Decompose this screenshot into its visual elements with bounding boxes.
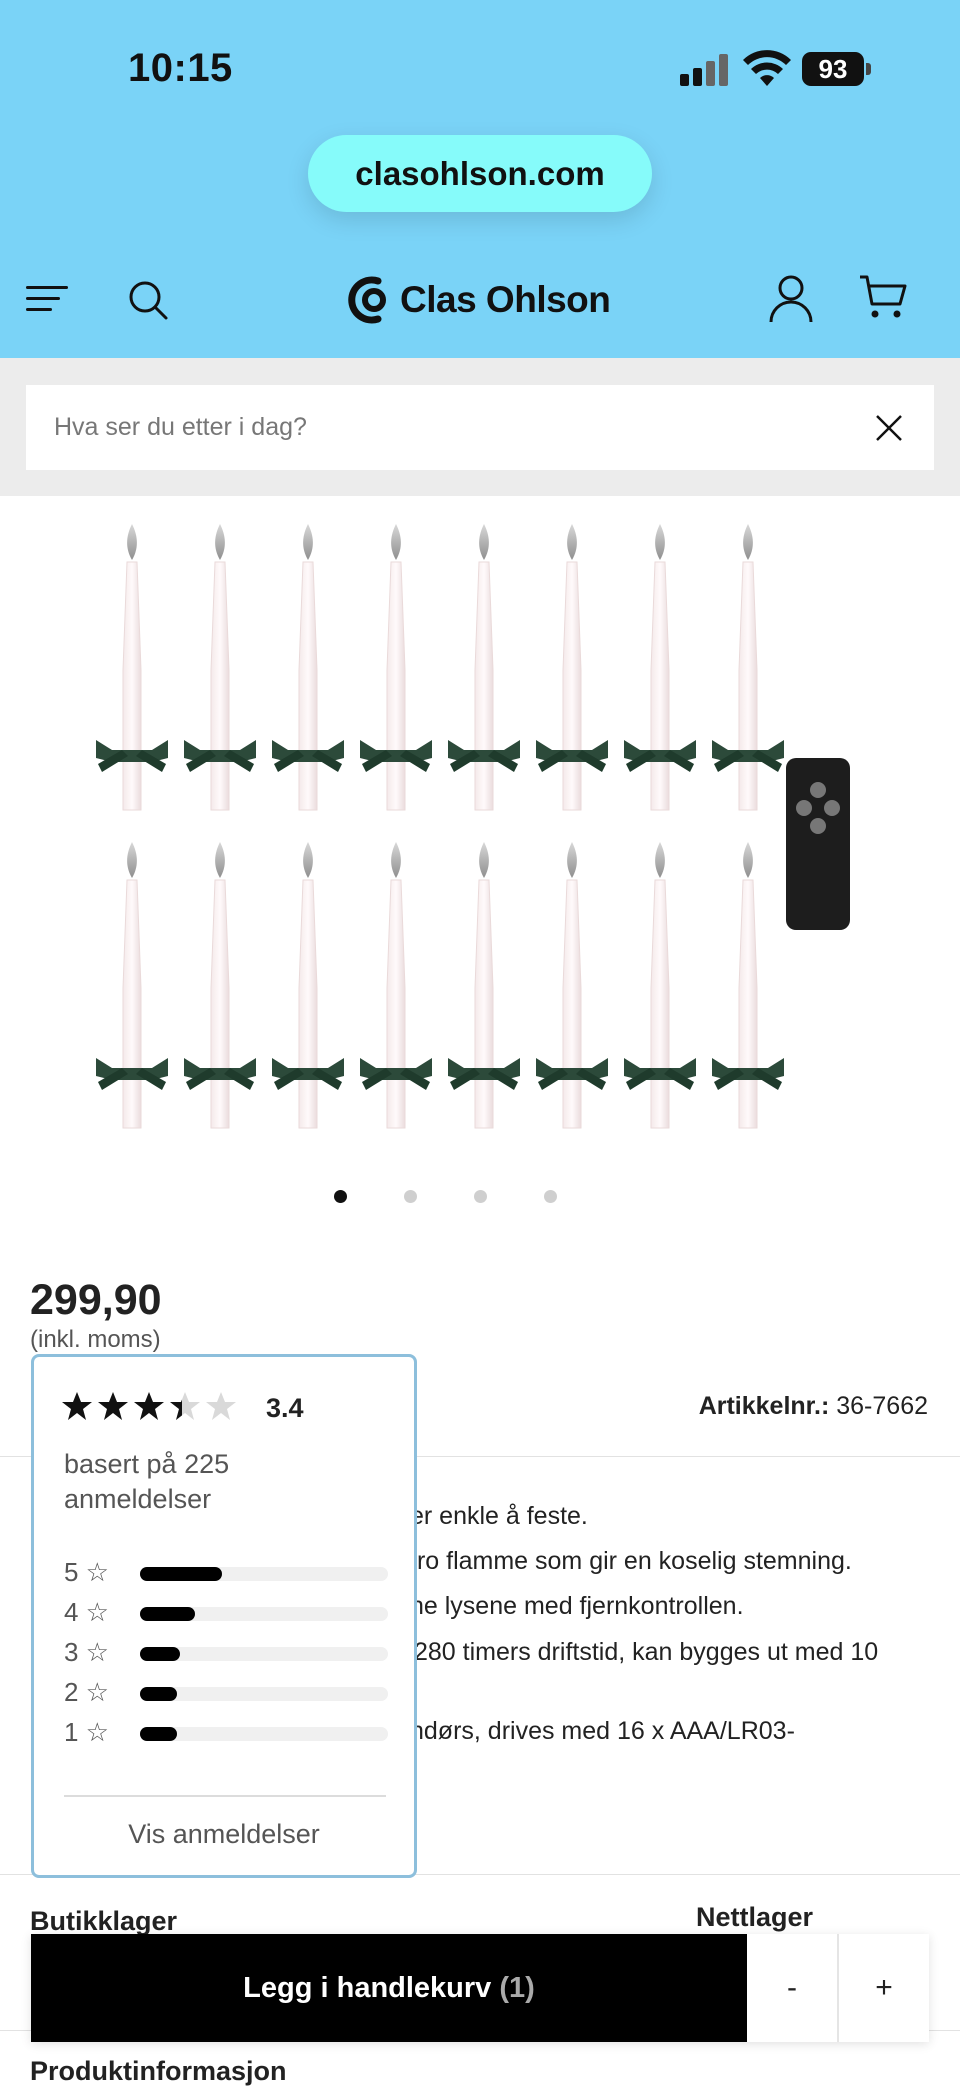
bullet-item: ndørs, drives med 16 x AAA/LR03- xyxy=(410,1717,795,1745)
histogram-bar xyxy=(140,1687,178,1701)
brand-name: Clas Ohlson xyxy=(400,279,611,320)
histogram-row-4[interactable]: 4 ☆ xyxy=(64,1597,394,1627)
article-label: Artikkelnr.: xyxy=(698,1392,830,1420)
signal-icon xyxy=(680,54,730,86)
histogram-bar xyxy=(140,1567,222,1581)
brand-logo[interactable]: Clas Ohlson xyxy=(348,270,611,330)
product-info-heading[interactable]: Produktinformasjon xyxy=(30,2056,287,2086)
histogram-bar xyxy=(140,1727,178,1741)
bullet-item: 280 timers driftstid, kan bygges ut med … xyxy=(414,1638,879,1666)
clas-ohlson-logo-icon xyxy=(348,276,386,324)
histogram-track xyxy=(140,1647,388,1661)
star-icon xyxy=(62,1392,92,1420)
histogram-bar xyxy=(140,1647,180,1661)
star-icon xyxy=(134,1392,164,1420)
histogram-label: 4 ☆ xyxy=(64,1597,109,1627)
histogram-label: 3 ☆ xyxy=(64,1637,109,1667)
bullet-item: ne lysene med fjernkontrollen. xyxy=(410,1592,744,1620)
remote-control-icon xyxy=(786,758,850,930)
gallery-pagination xyxy=(334,1190,574,1204)
show-reviews-link[interactable]: Vis anmeldelser xyxy=(34,1819,414,1850)
user-icon[interactable] xyxy=(768,274,814,324)
pagination-dot[interactable] xyxy=(334,1190,347,1203)
histogram-track xyxy=(140,1567,388,1581)
rating-stars xyxy=(62,1391,242,1425)
search-input[interactable]: Hva ser du etter i dag? xyxy=(26,385,934,470)
pagination-dot[interactable] xyxy=(544,1190,557,1203)
histogram-row-3[interactable]: 3 ☆ xyxy=(64,1637,394,1667)
histogram-track xyxy=(140,1727,388,1741)
cart-icon[interactable] xyxy=(858,274,908,320)
pagination-dot[interactable] xyxy=(404,1190,417,1203)
star-icon xyxy=(170,1392,200,1420)
url-bar[interactable]: clasohlson.com xyxy=(308,135,652,212)
product-image[interactable] xyxy=(60,510,860,1170)
add-to-cart-button[interactable]: Legg i handlekurv (1) xyxy=(31,1934,747,2042)
product-price: 299,90 xyxy=(30,1276,162,1324)
quantity-decrease-button[interactable]: - xyxy=(747,1934,839,2042)
histogram-label: 1 ☆ xyxy=(64,1717,109,1747)
histogram-bar xyxy=(140,1607,195,1621)
star-icon xyxy=(206,1392,236,1420)
wifi-icon xyxy=(743,50,791,86)
battery-level: 93 xyxy=(802,52,864,86)
popup-divider xyxy=(64,1795,386,1797)
bullet-item: er enkle å feste. xyxy=(410,1502,588,1530)
pagination-dot[interactable] xyxy=(474,1190,487,1203)
histogram-label: 5 ☆ xyxy=(64,1557,109,1587)
article-value: 36-7662 xyxy=(836,1392,928,1420)
histogram-label: 2 ☆ xyxy=(64,1677,109,1707)
add-to-cart-label: Legg i handlekurv xyxy=(243,1972,492,2004)
top-header-area: 10:15 93 clasohlson.com Clas Ohlson xyxy=(0,0,960,358)
histogram-row-2[interactable]: 2 ☆ xyxy=(64,1677,394,1707)
menu-icon[interactable] xyxy=(26,282,70,316)
rating-popup: 3.4 basert på 225 anmeldelser 5 ☆ 4 ☆ 3 … xyxy=(31,1354,417,1878)
quantity-increase-button[interactable]: + xyxy=(839,1934,929,2042)
add-to-cart-bar: Legg i handlekurv (1) - + xyxy=(31,1934,929,2042)
rating-score: 3.4 xyxy=(266,1393,304,1423)
article-number: Artikkelnr.: 36-7662 xyxy=(699,1392,928,1421)
battery-icon: 93 xyxy=(802,52,872,88)
vat-note: (inkl. moms) xyxy=(30,1326,161,1353)
histogram-track xyxy=(140,1687,388,1701)
close-icon[interactable] xyxy=(874,413,904,443)
store-stock-label[interactable]: Butikklager xyxy=(30,1906,177,1937)
bullet-item: tro flamme som gir en koselig stemning. xyxy=(410,1547,852,1575)
status-time: 10:15 xyxy=(128,46,233,90)
search-placeholder: Hva ser du etter i dag? xyxy=(54,413,307,441)
search-icon[interactable] xyxy=(126,278,170,322)
cart-quantity: (1) xyxy=(499,1972,535,2004)
histogram-row-1[interactable]: 1 ☆ xyxy=(64,1717,394,1747)
review-count: basert på 225 anmeldelser xyxy=(64,1449,230,1514)
histogram-row-5[interactable]: 5 ☆ xyxy=(64,1557,394,1587)
star-icon xyxy=(98,1392,128,1420)
online-stock-label[interactable]: Nettlager xyxy=(696,1902,813,1933)
histogram-track xyxy=(140,1607,388,1621)
